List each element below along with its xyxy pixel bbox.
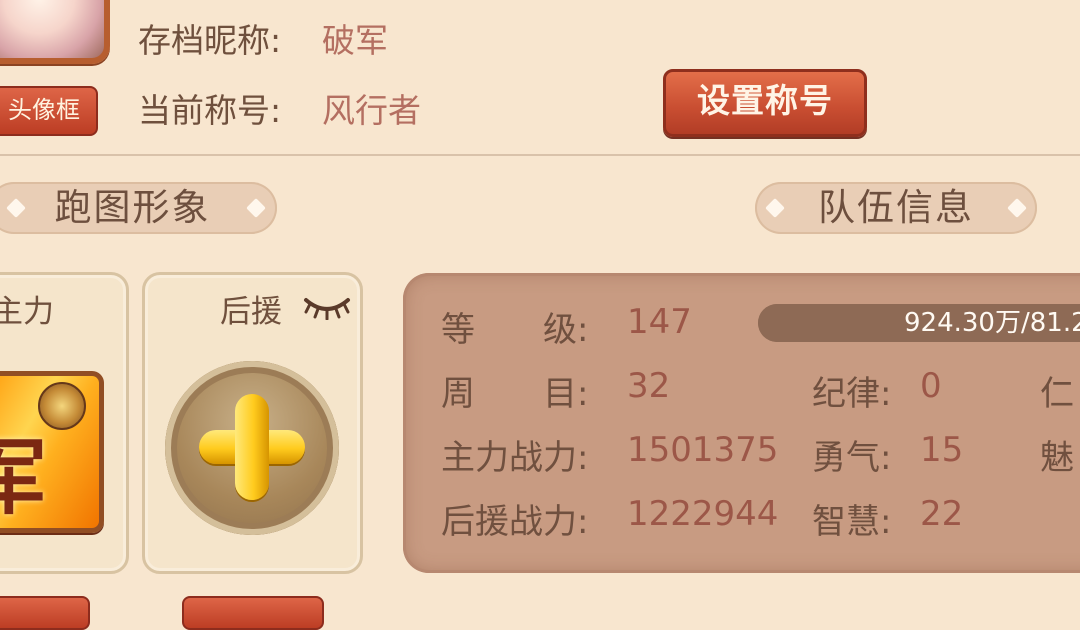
avatar-frame-button[interactable]: 头像框 <box>0 86 98 136</box>
courage-value: 15 <box>920 430 964 470</box>
level-value: 147 <box>627 302 692 342</box>
main-power-value: 1501375 <box>627 430 779 470</box>
support-slot-action-button[interactable] <box>182 596 324 630</box>
exp-progress-bar: 924.30万/81.2 <box>758 304 1080 342</box>
round-label: 周 目: <box>441 374 589 414</box>
round-value: 32 <box>627 366 671 406</box>
support-power-label: 后援战力: <box>441 502 589 542</box>
team-section-title: 队伍信息 <box>818 186 974 229</box>
current-title-label: 当前称号: <box>138 91 282 130</box>
benevolence-label: 仁 <box>1040 374 1074 414</box>
player-avatar[interactable] <box>0 0 110 64</box>
discipline-label: 纪律: <box>812 374 892 414</box>
wisdom-label: 智慧: <box>812 502 892 542</box>
support-slot-label: 后援 <box>220 294 282 330</box>
current-title-value: 风行者 <box>322 91 421 130</box>
save-name-value: 破军 <box>322 21 388 60</box>
appearance-section-title: 跑图形象 <box>54 186 211 229</box>
main-slot-label: 主力 <box>0 294 54 330</box>
main-slot-action-button[interactable] <box>0 596 90 630</box>
save-name-label: 存档昵称: <box>138 21 282 60</box>
level-label: 等 级: <box>441 310 589 350</box>
eye-closed-icon[interactable] <box>302 292 352 320</box>
plus-icon <box>235 394 269 500</box>
exp-progress-text: 924.30万/81.2 <box>904 308 1080 338</box>
discipline-value: 0 <box>920 366 942 406</box>
support-power-value: 1222944 <box>627 494 779 534</box>
main-character-portrait-text: 军 <box>0 411 47 528</box>
courage-label: 勇气: <box>812 438 892 478</box>
rank-badge-icon <box>38 382 86 430</box>
section-divider <box>0 154 1080 156</box>
wisdom-value: 22 <box>920 494 964 534</box>
main-power-label: 主力战力: <box>441 438 589 478</box>
appearance-section-header: 跑图形象 <box>0 182 277 234</box>
set-title-button[interactable]: 设置称号 <box>663 69 867 137</box>
charm-label: 魅 <box>1040 438 1074 478</box>
team-section-header: 队伍信息 <box>755 182 1037 234</box>
